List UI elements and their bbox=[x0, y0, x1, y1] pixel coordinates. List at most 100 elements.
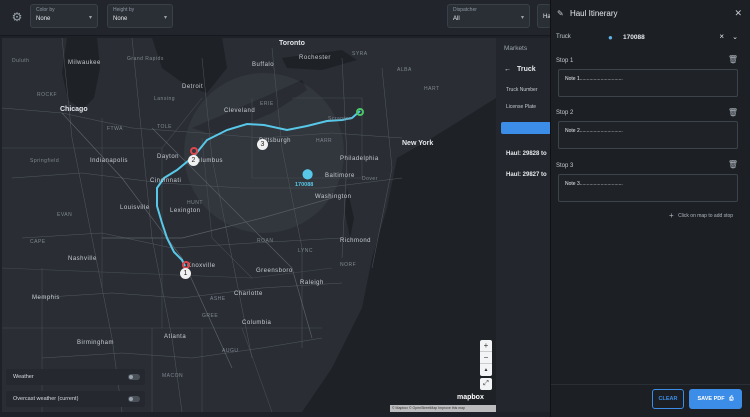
label-hunt: HUNT bbox=[187, 200, 203, 206]
overcast-layer-row: Overcast weather (current) bbox=[6, 391, 145, 407]
stop-3-trash-icon[interactable]: 🗑 bbox=[728, 160, 738, 169]
settings-gear-icon[interactable]: ⚙ bbox=[10, 10, 24, 24]
stop-1-badge: 1 bbox=[180, 268, 191, 279]
label-washington: Washington bbox=[315, 194, 352, 200]
label-toronto: Toronto bbox=[279, 40, 305, 47]
label-raleigh: Raleigh bbox=[300, 280, 324, 286]
label-augusta: AUGU bbox=[222, 348, 239, 354]
label-dayton: Dayton bbox=[157, 154, 180, 160]
label-lansing: Lansing bbox=[154, 96, 176, 102]
label-nashville: Nashville bbox=[68, 256, 97, 262]
stop-3-label: Stop 3 bbox=[556, 163, 574, 169]
label-harrisburg: HARR bbox=[316, 138, 333, 144]
arrow-left-icon: ← bbox=[504, 66, 511, 73]
origin-marker-green-icon[interactable] bbox=[356, 108, 364, 116]
label-buffalo: Buffalo bbox=[252, 62, 275, 68]
zoom-out-button[interactable]: − bbox=[480, 352, 492, 364]
map-canvas[interactable]: Toronto Rochester Buffalo SYRA ALBA Chic… bbox=[2, 38, 496, 412]
label-dover: Dover bbox=[362, 176, 378, 182]
label-birmingham: Birmingham bbox=[77, 340, 115, 346]
compass-button[interactable]: ▲ bbox=[480, 364, 492, 376]
label-chicago: Chicago bbox=[60, 106, 88, 113]
zoom-in-button[interactable]: + bbox=[480, 340, 492, 352]
label-milwaukee: Milwaukee bbox=[68, 60, 101, 66]
label-detroit: Detroit bbox=[182, 84, 204, 90]
label-toledo: TOLE bbox=[157, 124, 172, 130]
stop-2-badge: 2 bbox=[188, 155, 199, 166]
weather-layer-row: Weather bbox=[6, 369, 145, 385]
label-erie: ERIE bbox=[260, 101, 274, 107]
color-by-select[interactable]: Color by None ▾ bbox=[30, 4, 98, 28]
label-philadelphia: Philadelphia bbox=[340, 156, 379, 162]
truck-marker-label: 170088 bbox=[295, 182, 314, 188]
chevron-down-icon: ▾ bbox=[88, 15, 92, 21]
label-baltimore: Baltimore bbox=[325, 173, 355, 179]
label-fort-wayne: FTWA bbox=[107, 126, 123, 132]
chevron-down-icon[interactable]: ⌄ bbox=[732, 33, 738, 41]
clear-truck-icon[interactable]: × bbox=[719, 32, 724, 41]
label-columbia: Columbia bbox=[242, 320, 272, 326]
stop-3-note[interactable]: Note 3............................... bbox=[558, 174, 738, 202]
label-greenville: GREE bbox=[202, 313, 219, 319]
save-pdf-button[interactable]: SAVE PDF ⎙ bbox=[689, 389, 742, 409]
chevron-down-icon: ▾ bbox=[163, 15, 167, 21]
label-cape: CAPE bbox=[30, 239, 46, 245]
edit-pencil-icon: ✎ bbox=[557, 9, 564, 18]
truck-marker[interactable]: ⬤ 170088 bbox=[295, 170, 321, 192]
label-rockford: ROCKF bbox=[37, 92, 57, 98]
back-to-truck-button[interactable]: ← Truck bbox=[504, 66, 536, 73]
stop-1-trash-icon[interactable]: 🗑 bbox=[728, 55, 738, 64]
haul-item-1[interactable]: Haul: 29828 to bbox=[506, 151, 547, 157]
height-by-select[interactable]: Height by None ▾ bbox=[107, 4, 173, 28]
fullscreen-icon[interactable]: ⤢ bbox=[480, 378, 492, 390]
primary-action-button[interactable] bbox=[501, 122, 551, 134]
label-macon: MACON bbox=[162, 373, 184, 379]
weather-toggle[interactable] bbox=[128, 374, 140, 380]
label-asheville: ASHE bbox=[210, 296, 226, 302]
dispatcher-select[interactable]: Dispatcher All ▾ bbox=[447, 4, 530, 28]
label-greensboro: Greensboro bbox=[256, 268, 293, 274]
map-attribution[interactable]: © Mapbox © OpenStreetMap Improve this ma… bbox=[390, 405, 496, 412]
truck-pin-icon: ⬤ bbox=[302, 169, 314, 180]
itinerary-header: ✎ Haul Itinerary bbox=[557, 9, 618, 18]
haul-itinerary-panel: ✎ Haul Itinerary ✕ Truck ● 170088 × ⌄ St… bbox=[550, 0, 750, 417]
label-atlanta: Atlanta bbox=[164, 334, 187, 340]
add-stop-hint: + Click on map to add stop bbox=[669, 211, 734, 220]
extra-select[interactable]: Ha bbox=[537, 4, 551, 28]
label-indianapolis: Indianapolis bbox=[90, 158, 129, 164]
chevron-down-icon: ▾ bbox=[520, 15, 524, 21]
plus-icon: + bbox=[669, 211, 674, 220]
label-rochester: Rochester bbox=[299, 55, 331, 61]
label-lexington: Lexington bbox=[170, 208, 201, 214]
lake-michigan bbox=[62, 38, 100, 110]
label-scranton: Scranton bbox=[328, 116, 353, 122]
label-norfolk: NORF bbox=[340, 262, 357, 268]
label-hartford: HART bbox=[424, 86, 440, 92]
label-richmond: Richmond bbox=[340, 238, 372, 244]
label-memphis: Memphis bbox=[32, 295, 60, 301]
tab-markets[interactable]: Markets bbox=[504, 45, 527, 52]
label-evansville: EVAN bbox=[57, 212, 73, 218]
label-new-york: New York bbox=[402, 140, 434, 147]
license-plate-label: License Plate bbox=[506, 104, 537, 110]
label-cleveland: Cleveland bbox=[224, 108, 256, 114]
mapbox-logo: mapbox bbox=[457, 394, 484, 401]
label-louisville: Louisville bbox=[120, 205, 150, 211]
overcast-toggle[interactable] bbox=[128, 396, 140, 402]
stop-2-trash-icon[interactable]: 🗑 bbox=[728, 108, 738, 117]
stop-marker-3[interactable]: 3 bbox=[257, 139, 268, 150]
label-springfield: Springfield bbox=[30, 158, 60, 164]
close-icon[interactable]: ✕ bbox=[734, 8, 742, 19]
stop-1-label: Stop 1 bbox=[556, 58, 574, 64]
stop-2-note[interactable]: Note 2............................... bbox=[558, 121, 738, 149]
stop-marker-1[interactable]: 1 bbox=[179, 261, 192, 281]
map-svg bbox=[2, 38, 496, 412]
stop-marker-2[interactable]: 2 bbox=[188, 147, 201, 167]
clear-button[interactable]: CLEAR bbox=[652, 389, 684, 409]
stop-2-label: Stop 2 bbox=[556, 110, 574, 116]
haul-item-2[interactable]: Haul: 29827 to bbox=[506, 172, 547, 178]
stop-1-note[interactable]: Note 1............................... bbox=[558, 69, 738, 97]
truck-number-label: Truck Number bbox=[506, 87, 538, 93]
label-duluth: Duluth bbox=[12, 58, 30, 64]
truck-select-row[interactable]: Truck ● 170088 × ⌄ bbox=[551, 30, 750, 46]
